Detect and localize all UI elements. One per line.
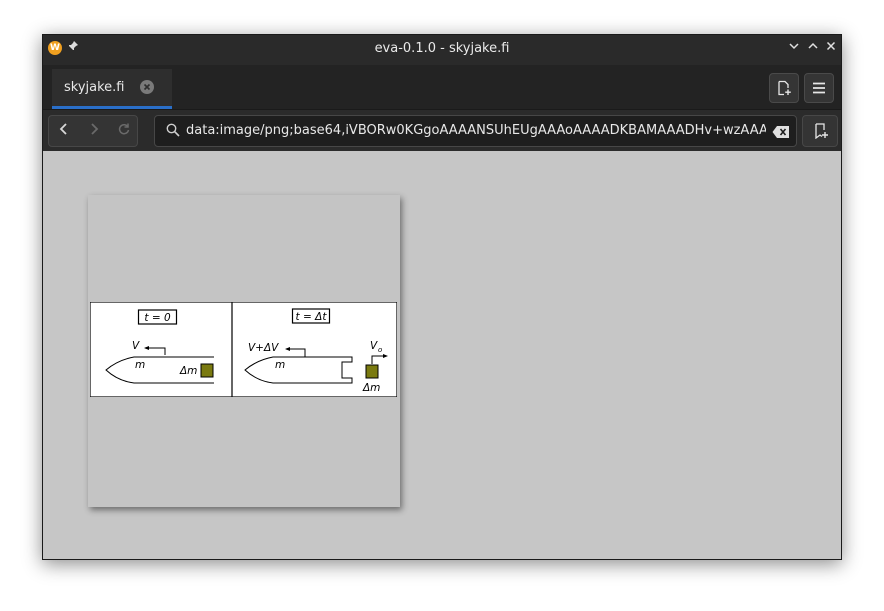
dm-label-right: Δm [362,382,380,394]
history-buttons [48,115,138,147]
mass-label-left: m [135,359,145,371]
reload-button[interactable] [109,116,139,146]
navigation-bar: data:image/png;base64,iVBORw0KGgoAAAANSU… [43,109,841,152]
maximize-button[interactable] [805,40,821,56]
close-window-button[interactable] [823,40,839,56]
time-label-right: t = Δt [296,311,328,323]
exhaust-velocity-label: V [370,340,378,352]
dm-label-left: Δm [179,365,197,377]
window-title: eva-0.1.0 - skyjake.fi [374,41,510,56]
tab-label: skyjake.fi [64,80,125,95]
dm-box-left [200,363,214,378]
rocket-diagram: t = 0 V m Δm t = Δt V+ΔV m V o Δm [90,302,397,397]
minimize-button[interactable] [786,40,802,56]
velocity-label-right: V+ΔV [248,342,279,354]
tab-close-icon[interactable] [140,80,154,94]
exhaust-velocity-subscript: o [378,346,382,354]
clear-url-icon[interactable] [772,124,790,138]
menu-button[interactable] [804,73,834,103]
title-bar: W eva-0.1.0 - skyjake.fi [43,35,841,65]
bookmark-button[interactable] [802,115,838,147]
back-button[interactable] [49,116,79,146]
velocity-label-left: V [132,340,140,352]
tab-bar: skyjake.fi [43,65,841,109]
time-label-left: t = 0 [144,312,171,324]
mass-label-right: m [275,359,285,371]
tab-skyjake[interactable]: skyjake.fi [52,69,172,109]
page-content: t = 0 V m Δm t = Δt V+ΔV m V o Δm [43,151,841,559]
embedded-image: t = 0 V m Δm t = Δt V+ΔV m V o Δm [88,195,400,507]
new-tab-button[interactable] [769,73,799,103]
forward-button[interactable] [79,116,109,146]
browser-window: W eva-0.1.0 - skyjake.fi skyjake.fi data… [42,34,842,560]
url-input[interactable]: data:image/png;base64,iVBORw0KGgoAAAANSU… [186,123,766,138]
search-icon [165,122,181,138]
url-bar[interactable]: data:image/png;base64,iVBORw0KGgoAAAANSU… [154,115,797,147]
dm-box-right [365,364,379,379]
